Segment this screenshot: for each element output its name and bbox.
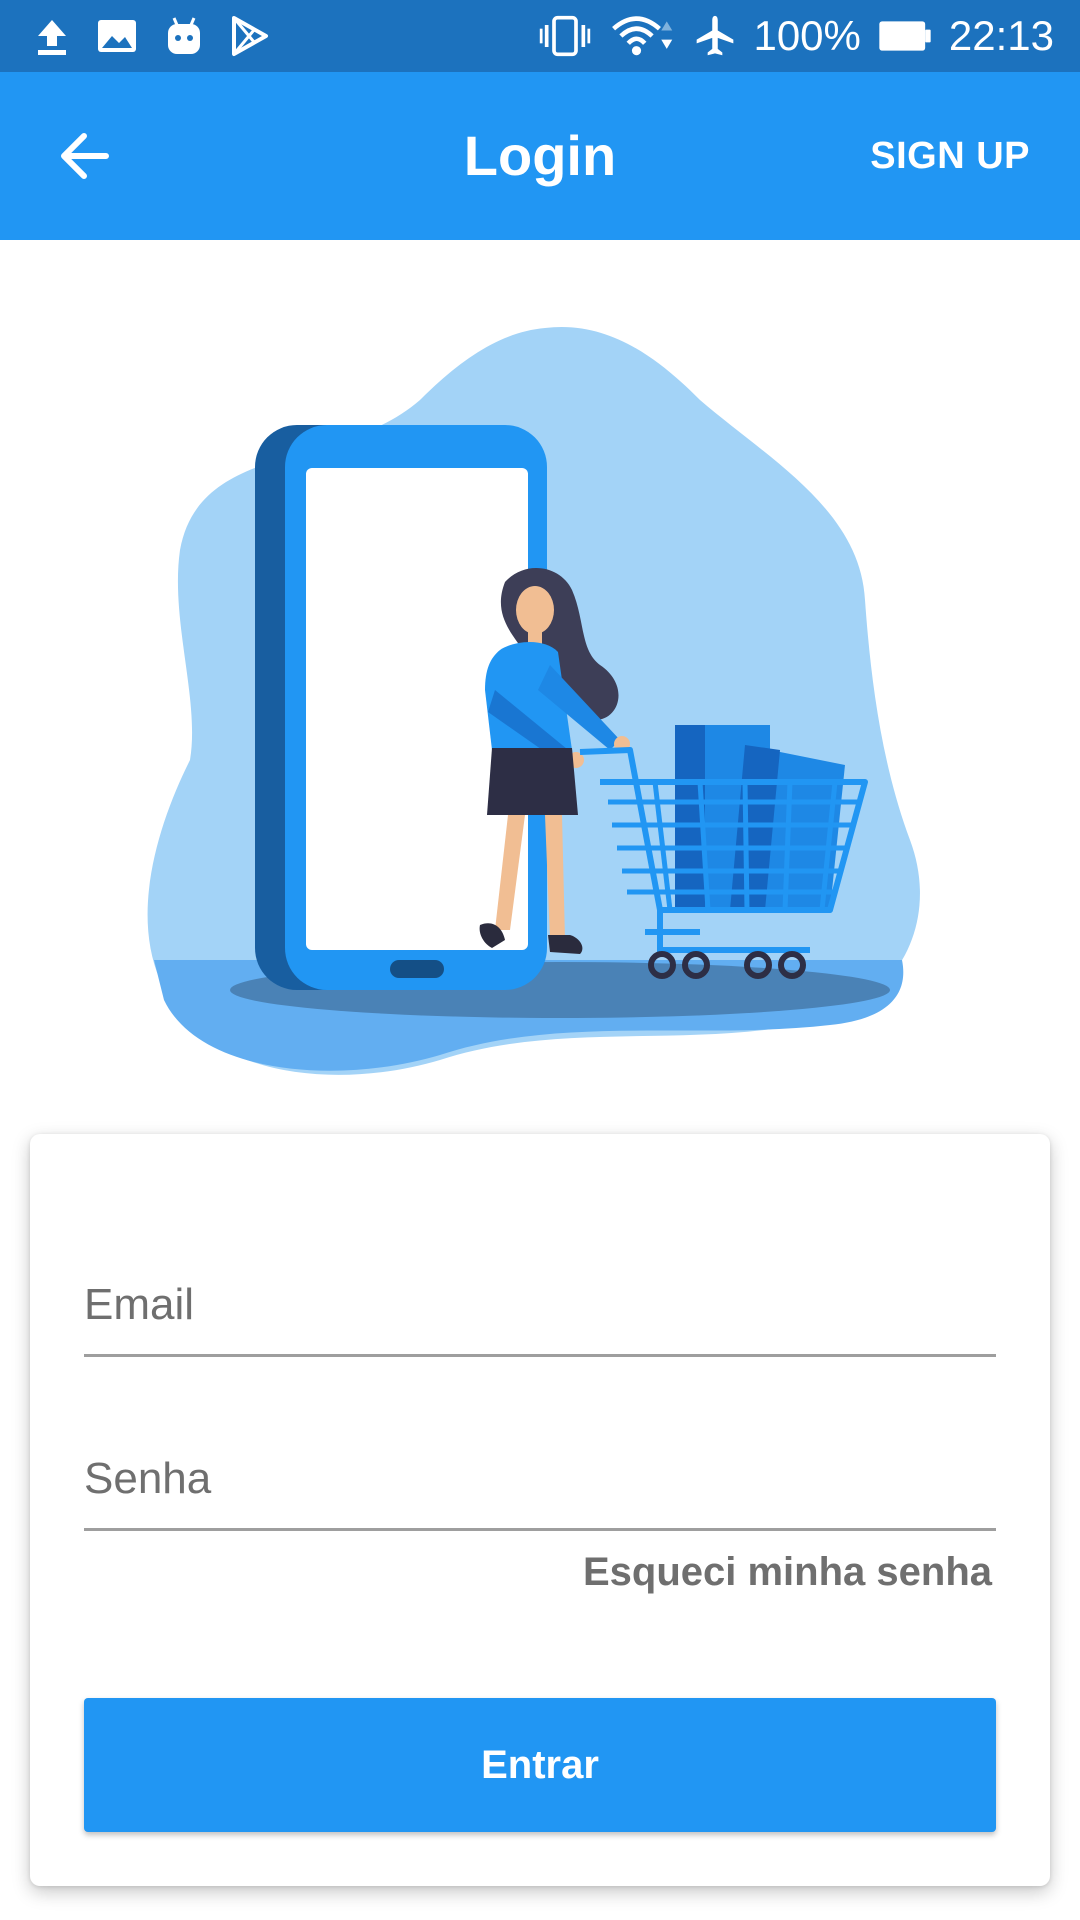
- status-bar: 100% 22:13: [0, 0, 1080, 72]
- battery-percent: 100%: [753, 12, 861, 59]
- status-right-icons: 100% 22:13: [537, 8, 1054, 64]
- forgot-password-link[interactable]: Esqueci minha senha: [583, 1550, 992, 1595]
- battery-icon: [879, 21, 931, 51]
- upload-icon: [38, 20, 66, 55]
- email-field[interactable]: [84, 1270, 996, 1340]
- play-store-icon: [232, 16, 268, 56]
- arrow-back-icon: [61, 133, 109, 179]
- back-button[interactable]: [44, 116, 124, 196]
- shopping-illustration: [147, 326, 920, 1075]
- clock: 22:13: [948, 12, 1054, 59]
- airplane-icon: [697, 15, 734, 56]
- status-left-icons: [34, 14, 270, 58]
- vibrate-icon: [540, 15, 591, 57]
- wifi-icon: [612, 16, 673, 56]
- phone-home-button: [390, 960, 444, 978]
- login-button[interactable]: Entrar: [84, 1698, 996, 1832]
- image-icon: [98, 20, 136, 52]
- password-field-container: [84, 1418, 996, 1531]
- android-icon: [168, 17, 200, 54]
- email-field-container: [84, 1244, 996, 1357]
- signup-button[interactable]: SIGN UP: [870, 128, 1030, 184]
- app-bar: Login SIGN UP: [0, 72, 1080, 240]
- password-field[interactable]: [84, 1444, 996, 1514]
- login-card: Esqueci minha senha Entrar: [30, 1134, 1050, 1886]
